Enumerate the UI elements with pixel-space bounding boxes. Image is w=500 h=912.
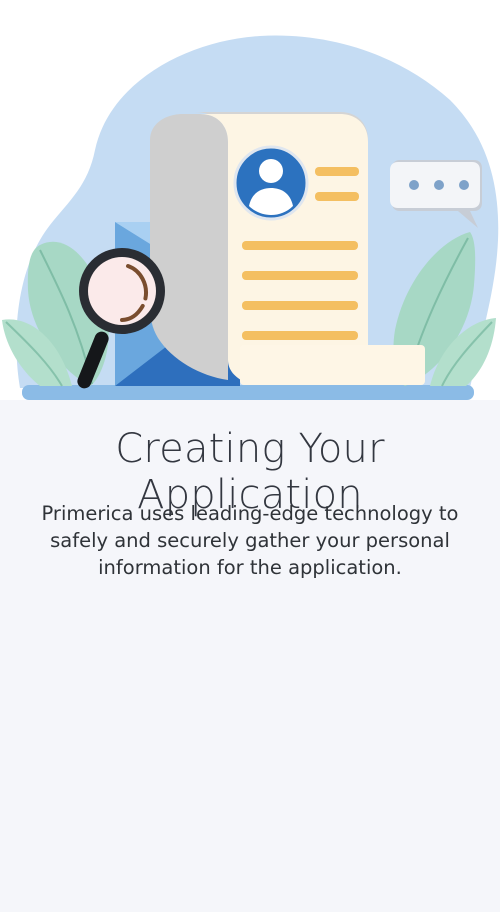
main-content: Creating Your Application Primerica uses… <box>0 400 500 912</box>
base-platform <box>22 385 474 400</box>
page-description: Primerica uses leading-edge technology t… <box>41 502 459 579</box>
avatar-icon <box>233 145 309 221</box>
hero-illustration <box>0 0 500 400</box>
